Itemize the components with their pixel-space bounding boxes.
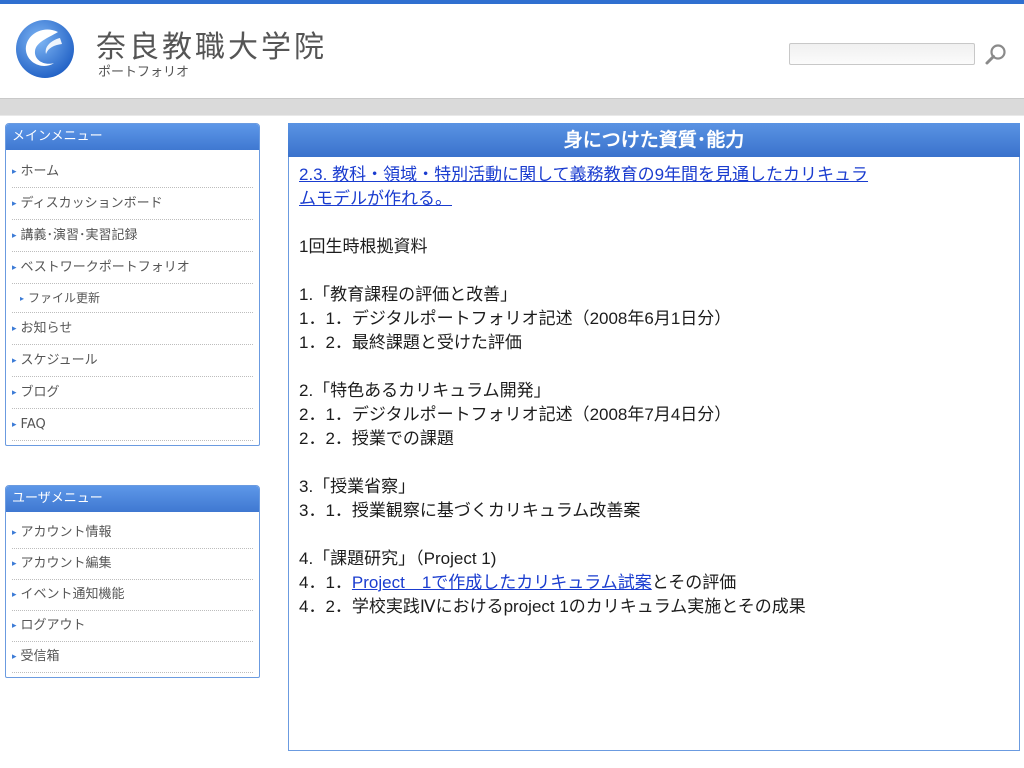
menu-item-best-work-portfolio[interactable]: ▸ ベストワークポートフォリオ xyxy=(12,252,253,284)
intro-text: 1回生時根拠資料 xyxy=(299,237,428,256)
bullet-icon: ▸ xyxy=(12,420,17,430)
menu-item-blog[interactable]: ▸ ブログ xyxy=(12,377,253,409)
search-input[interactable] xyxy=(789,43,975,65)
bullet-icon: ▸ xyxy=(12,324,17,334)
main-content: 身につけた資質･能力 2.3. 教科・領域・特別活動に関して義務教育の9年間を見… xyxy=(288,123,1020,751)
site-title: 奈良教職大学院 xyxy=(96,30,327,65)
competency-link[interactable]: 2.3. 教科・領域・特別活動に関して義務教育の9年間を見通したカリキュラ xyxy=(299,165,868,184)
menu-item-home[interactable]: ▸ ホーム xyxy=(12,156,253,188)
project-1-curriculum-link[interactable]: Project 1で作成したカリキュラム試案 xyxy=(352,573,652,592)
bullet-icon: ▸ xyxy=(12,199,17,209)
header-divider-band xyxy=(0,98,1024,116)
menu-item-lecture-records[interactable]: ▸ 講義･演習･実習記録 xyxy=(12,220,253,252)
menu-item-event-notification[interactable]: ▸ イベント通知機能 xyxy=(12,580,253,611)
section-1-heading: 1.「教育課程の評価と改善」 xyxy=(299,285,518,304)
main-menu-title: メインメニュー xyxy=(6,124,259,150)
page-title: 身につけた資質･能力 xyxy=(288,123,1020,157)
bullet-icon: ▸ xyxy=(12,167,17,177)
bullet-icon: ▸ xyxy=(12,388,17,398)
section-4-heading: 4.「課題研究」（Project 1) xyxy=(299,549,497,568)
section-4-1: 4．1．Project 1で作成したカリキュラム試案とその評価 xyxy=(299,573,737,592)
section-3-1: 3．1．授業観察に基づくカリキュラム改善案 xyxy=(299,501,641,520)
bullet-icon: ▸ xyxy=(12,652,17,662)
bullet-icon: ▸ xyxy=(12,621,17,631)
logo-icon xyxy=(16,20,74,78)
section-2-2: 2．2．授業での課題 xyxy=(299,429,454,448)
menu-item-account-edit[interactable]: ▸ アカウント編集 xyxy=(12,549,253,580)
competency-link-cont[interactable]: ムモデルが作れる。 xyxy=(299,189,452,208)
section-1-2: 1．2．最終課題と受けた評価 xyxy=(299,333,522,352)
bullet-icon: ▸ xyxy=(20,294,25,303)
menu-item-faq[interactable]: ▸ FAQ xyxy=(12,409,253,441)
bullet-icon: ▸ xyxy=(12,590,17,600)
user-menu: ユーザメニュー ▸ アカウント情報 ▸ アカウント編集 ▸ イベント通知機能 ▸ ログア… xyxy=(5,485,260,678)
search-icon[interactable] xyxy=(982,41,1010,69)
site-header: 奈良教職大学院 ポートフォリオ xyxy=(0,4,1024,98)
bullet-icon: ▸ xyxy=(12,356,17,366)
menu-item-schedule[interactable]: ▸ スケジュール xyxy=(12,345,253,377)
section-2-1: 2．1．デジタルポートフォリオ記述（2008年7月4日分） xyxy=(299,405,732,424)
menu-item-inbox[interactable]: ▸ 受信箱 xyxy=(12,642,253,673)
section-4-2: 4．2．学校実践Ⅳにおけるproject 1のカリキュラム実施とその成果 xyxy=(299,597,806,616)
main-menu: メインメニュー ▸ ホーム ▸ ディスカッションボード ▸ 講義･演習･実習記録 ▸ ベ… xyxy=(5,123,260,446)
section-3-heading: 3.「授業省察」 xyxy=(299,477,416,496)
bullet-icon: ▸ xyxy=(12,528,17,538)
site-subtitle: ポートフォリオ xyxy=(98,65,190,80)
menu-item-account-info[interactable]: ▸ アカウント情報 xyxy=(12,518,253,549)
menu-item-file-update[interactable]: ▸ ファイル更新 xyxy=(12,284,253,313)
section-2-heading: 2.「特色あるカリキュラム開発」 xyxy=(299,381,551,400)
bullet-icon: ▸ xyxy=(12,263,17,273)
menu-item-logout[interactable]: ▸ ログアウト xyxy=(12,611,253,642)
menu-item-discussion-board[interactable]: ▸ ディスカッションボード xyxy=(12,188,253,220)
bullet-icon: ▸ xyxy=(12,559,17,569)
section-1-1: 1．1．デジタルポートフォリオ記述（2008年6月1日分） xyxy=(299,309,732,328)
bullet-icon: ▸ xyxy=(12,231,17,241)
menu-item-notices[interactable]: ▸ お知らせ xyxy=(12,313,253,345)
user-menu-title: ユーザメニュー xyxy=(6,486,259,512)
